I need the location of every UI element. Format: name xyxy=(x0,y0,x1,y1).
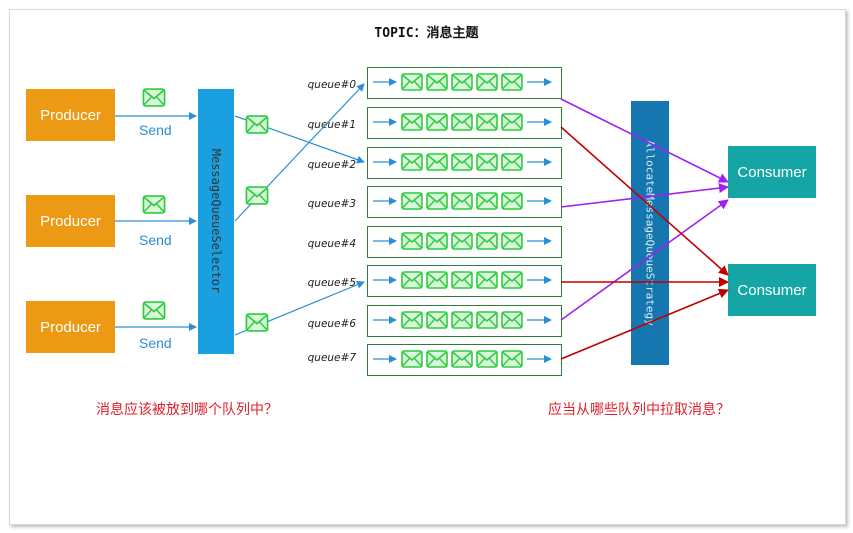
envelope-icon xyxy=(476,153,498,171)
envelope-icon xyxy=(451,153,473,171)
envelope-icon xyxy=(426,271,448,289)
envelope-icon xyxy=(501,73,523,91)
envelope-icon xyxy=(451,192,473,210)
envelope-icon xyxy=(476,113,498,131)
pull-arrow-queue0-consumer1 xyxy=(560,98,729,183)
envelope-icon xyxy=(245,115,269,134)
envelope-icon xyxy=(401,192,423,210)
envelope-icon xyxy=(426,192,448,210)
envelope-icon xyxy=(476,271,498,289)
envelope-icon xyxy=(476,192,498,210)
envelope-icon xyxy=(501,350,523,368)
queue-contents xyxy=(373,73,552,368)
envelope-icon xyxy=(401,113,423,131)
envelope-icon xyxy=(142,88,166,107)
pull-arrow-queue3-consumer1 xyxy=(560,183,729,208)
arrows-overlay xyxy=(115,73,729,368)
envelope-icon xyxy=(426,232,448,250)
envelope-icon xyxy=(426,113,448,131)
envelope-icon xyxy=(426,73,448,91)
envelope-icon xyxy=(142,301,166,320)
pull-arrow-queue6-consumer1 xyxy=(560,199,729,321)
envelope-icon xyxy=(501,311,523,329)
envelope-icon xyxy=(501,153,523,171)
envelope-icon xyxy=(501,113,523,131)
envelope-icon xyxy=(476,232,498,250)
envelope-icon xyxy=(501,192,523,210)
envelope-icon xyxy=(476,311,498,329)
envelope-icon xyxy=(245,186,269,205)
envelope-icon xyxy=(401,350,423,368)
envelope-icon xyxy=(501,271,523,289)
envelope-icon xyxy=(426,311,448,329)
envelope-icon xyxy=(401,232,423,250)
envelope-icon xyxy=(245,313,269,332)
envelope-icon xyxy=(401,73,423,91)
envelope-icon xyxy=(501,232,523,250)
envelope-icon xyxy=(451,271,473,289)
envelope-icon xyxy=(476,350,498,368)
envelope-icon xyxy=(451,73,473,91)
pull-arrow-queue1-consumer2 xyxy=(560,126,729,276)
envelope-icon xyxy=(426,153,448,171)
envelope-icon xyxy=(451,113,473,131)
envelope-icon xyxy=(426,350,448,368)
envelope-icon xyxy=(451,232,473,250)
envelope-icon xyxy=(401,271,423,289)
envelope-icon xyxy=(476,73,498,91)
envelope-icon xyxy=(451,350,473,368)
envelope-icon xyxy=(451,311,473,329)
envelope-icon xyxy=(401,311,423,329)
pull-arrow-queue7-consumer2 xyxy=(560,288,729,360)
envelope-icon xyxy=(401,153,423,171)
envelope-icon xyxy=(142,195,166,214)
